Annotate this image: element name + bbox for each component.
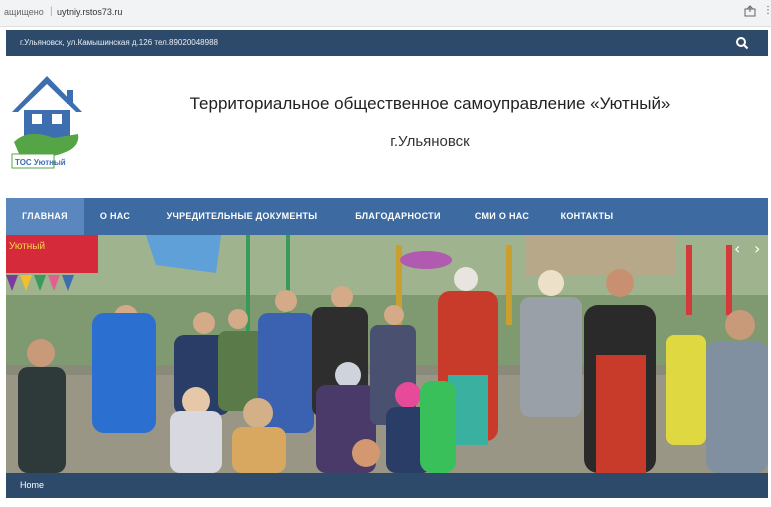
browser-menu-icon[interactable]: ⋮ (763, 5, 771, 16)
logo-text: ТОС Уютный (15, 158, 66, 167)
slide-photo: Уютный (6, 235, 768, 473)
site-logo[interactable]: ТОС Уютный (8, 72, 86, 170)
url-field[interactable]: uytniy.rstos73.ru (57, 7, 122, 17)
site-title: Территориальное общественное самоуправле… (189, 94, 671, 113)
photo-slider[interactable]: Уютный ‹ › (6, 235, 768, 473)
nav-item-documents[interactable]: УЧРЕДИТЕЛЬНЫЕ ДОКУМЕНТЫ (146, 198, 338, 235)
nav-item-home[interactable]: ГЛАВНАЯ (6, 198, 84, 235)
breadcrumb-home-link[interactable]: Home (20, 480, 44, 490)
nav-item-thanks[interactable]: БЛАГОДАРНОСТИ (338, 198, 458, 235)
share-icon[interactable] (744, 5, 756, 17)
security-status: ащищено (4, 7, 44, 17)
contact-address: г.Ульяновск, ул.Камышинская д.126 тел.89… (20, 38, 218, 47)
nav-item-media[interactable]: СМИ О НАС (458, 198, 546, 235)
main-navigation: ГЛАВНАЯ О НАС УЧРЕДИТЕЛЬНЫЕ ДОКУМЕНТЫ БЛ… (6, 198, 768, 235)
slider-next-arrow[interactable]: › (754, 239, 760, 258)
site-subtitle-city: г.Ульяновск (390, 133, 470, 150)
breadcrumb: Home (6, 473, 768, 498)
nav-item-contacts[interactable]: КОНТАКТЫ (546, 198, 628, 235)
slider-prev-arrow[interactable]: ‹ (734, 239, 740, 258)
address-separator: | (50, 6, 53, 17)
search-icon[interactable] (735, 36, 749, 50)
browser-address-bar: ащищено | uytniy.rstos73.ru ⋮ (0, 0, 771, 27)
top-info-bar: г.Ульяновск, ул.Камышинская д.126 тел.89… (6, 30, 768, 56)
banner-text: Уютный (9, 241, 45, 252)
nav-item-about[interactable]: О НАС (84, 198, 146, 235)
